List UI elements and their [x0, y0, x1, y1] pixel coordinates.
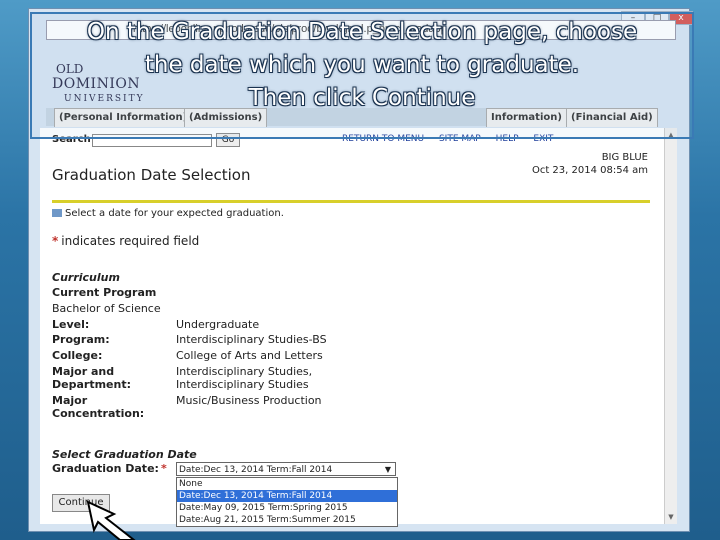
dropdown-option[interactable]: Date:May 09, 2015 Term:Spring 2015	[177, 502, 397, 514]
info-icon	[52, 209, 62, 217]
page-title: Graduation Date Selection	[52, 166, 251, 184]
concentration-label: Concentration:	[52, 407, 145, 420]
required-note-text: indicates required field	[61, 234, 200, 248]
graduation-date-selected: Date:Dec 13, 2014 Term:Fall 2014	[179, 465, 333, 475]
required-note: * indicates required field	[52, 234, 199, 248]
title-divider	[52, 200, 650, 203]
program-label: Program:	[52, 333, 110, 346]
college-label: College:	[52, 349, 103, 362]
major-dept-value: Interdisciplinary Studies,	[176, 365, 313, 378]
chevron-down-icon: ▼	[384, 465, 391, 474]
college-value: College of Arts and Letters	[176, 349, 323, 362]
graduation-date-select[interactable]: Date:Dec 13, 2014 Term:Fall 2014 ▼	[176, 462, 396, 476]
scroll-down-icon[interactable]: ▼	[666, 512, 676, 522]
datetime: Oct 23, 2014 08:54 am	[531, 165, 648, 176]
user-info: BIG BLUE Oct 23, 2014 08:54 am	[532, 152, 648, 178]
vertical-scrollbar[interactable]: ▲ ▼	[664, 128, 677, 524]
graduation-date-label: Graduation Date: *	[52, 462, 170, 475]
major-dept-label: Major and	[52, 365, 115, 378]
dropdown-option[interactable]: Date:Aug 21, 2015 Term:Summer 2015	[177, 514, 397, 526]
curriculum-heading: Curriculum	[52, 271, 120, 284]
caption-line-2: the date which you want to graduate.	[144, 52, 580, 78]
program-value: Interdisciplinary Studies-BS	[176, 333, 327, 346]
level-value: Undergraduate	[176, 318, 260, 331]
instruction: Select a date for your expected graduati…	[52, 208, 284, 219]
level-label: Level:	[52, 318, 90, 331]
graduation-date-label-text: Graduation Date:	[52, 462, 159, 475]
user-name: BIG BLUE	[601, 152, 648, 163]
caption-line-3: Then click Continue	[248, 85, 476, 111]
pointer-arrow-icon	[86, 500, 136, 540]
current-program-value: Bachelor of Science	[52, 302, 161, 315]
graduation-required-star: *	[160, 462, 167, 475]
dropdown-option-highlighted[interactable]: Date:Dec 13, 2014 Term:Fall 2014	[177, 490, 397, 502]
major-label: Major	[52, 394, 88, 407]
instruction-text: Select a date for your expected graduati…	[65, 208, 284, 219]
graduation-heading: Select Graduation Date	[52, 448, 197, 461]
caption-line-1: On the Graduation Date Selection page, c…	[86, 19, 638, 45]
page-content: Search Go RETURN TO MENU SITE MAP HELP E…	[40, 128, 676, 527]
required-star: *	[52, 234, 59, 248]
department-value: Interdisciplinary Studies	[176, 378, 309, 391]
graduation-date-dropdown: None Date:Dec 13, 2014 Term:Fall 2014 Da…	[176, 477, 398, 527]
current-program-label: Current Program	[52, 286, 157, 299]
major-value: Music/Business Production	[176, 394, 322, 407]
caption: On the Graduation Date Selection page, c…	[30, 16, 694, 115]
department-label: Department:	[52, 378, 131, 391]
dropdown-option[interactable]: None	[177, 478, 397, 490]
